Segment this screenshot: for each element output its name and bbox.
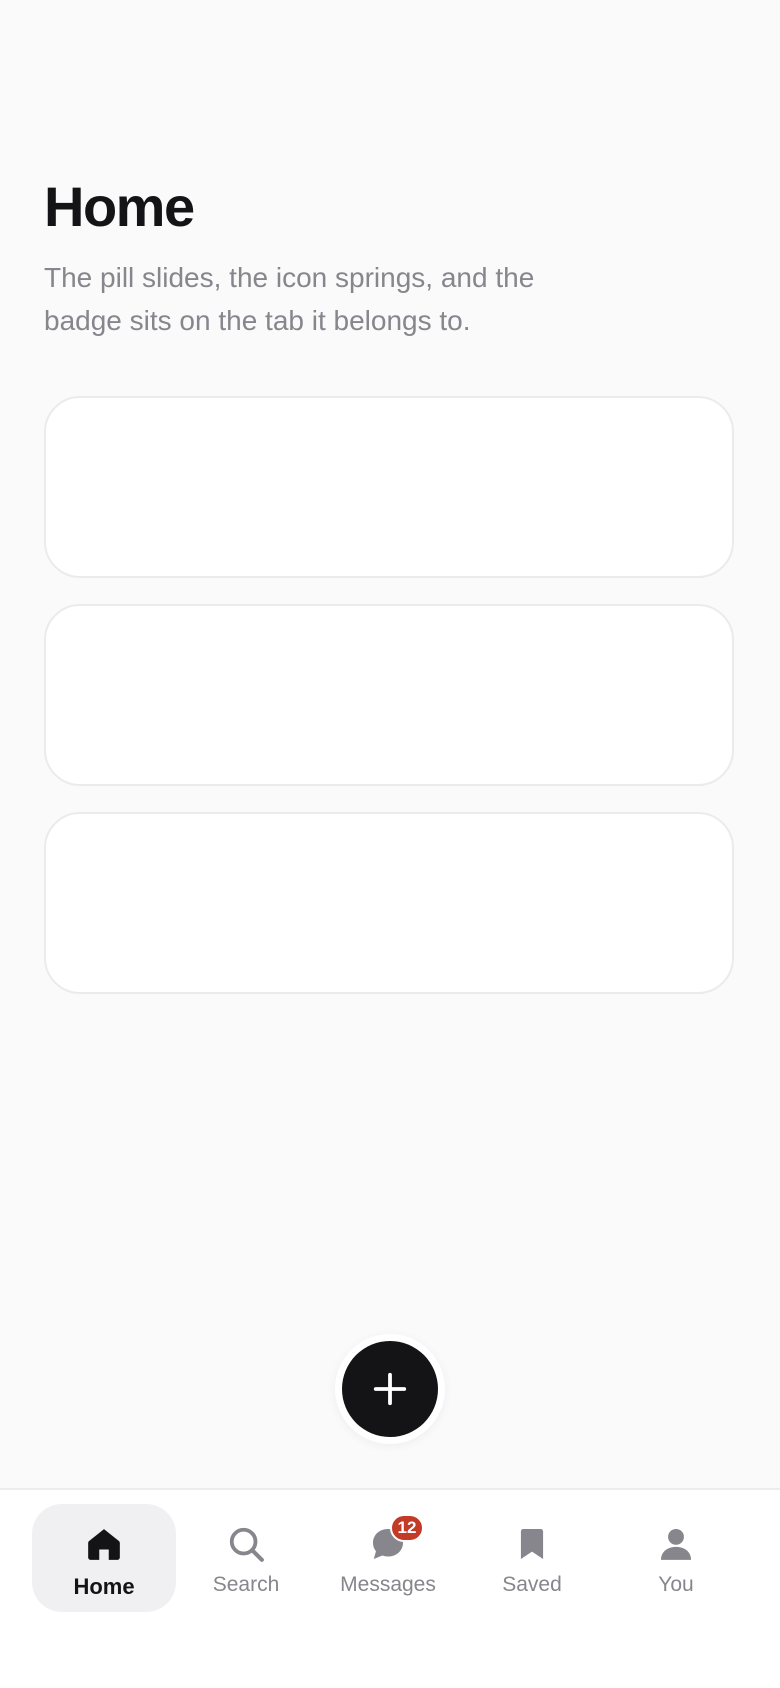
tab-label-search: Search: [212, 1573, 280, 1596]
tab-label-you: You: [658, 1573, 694, 1596]
tab-label-saved: Saved: [502, 1573, 562, 1596]
chat-bubble-icon-wrap: 12: [368, 1514, 424, 1564]
home-icon-wrap: [84, 1524, 124, 1564]
tab-you[interactable]: You: [604, 1504, 748, 1612]
bookmark-icon: [520, 1528, 544, 1560]
tab-label-messages: Messages: [340, 1573, 436, 1596]
content-card-2: [44, 604, 734, 786]
add-button[interactable]: [342, 1341, 438, 1437]
search-icon: [229, 1527, 264, 1562]
tab-messages[interactable]: 12 Messages: [316, 1504, 460, 1612]
plus-icon: [373, 1372, 407, 1406]
home-icon: [88, 1529, 120, 1560]
screen: Home The pill slides, the icon springs, …: [0, 0, 780, 1688]
tab-saved[interactable]: Saved: [460, 1504, 604, 1612]
tab-home[interactable]: Home: [32, 1504, 176, 1612]
person-icon-wrap: [656, 1524, 696, 1564]
tab-search[interactable]: Search: [174, 1504, 318, 1612]
page-title: Home: [44, 175, 195, 238]
bookmark-icon-wrap: [512, 1524, 552, 1564]
content-card-3: [44, 812, 734, 994]
search-icon-wrap: [226, 1524, 266, 1564]
page-subtitle: The pill slides, the icon springs, and t…: [44, 262, 535, 336]
tab-label-home: Home: [73, 1574, 135, 1599]
tab-bar: Home Search 12 Messages Saved You: [0, 1488, 780, 1688]
person-icon: [660, 1528, 692, 1560]
messages-badge: 12: [390, 1514, 424, 1542]
content-card-1: [44, 396, 734, 578]
